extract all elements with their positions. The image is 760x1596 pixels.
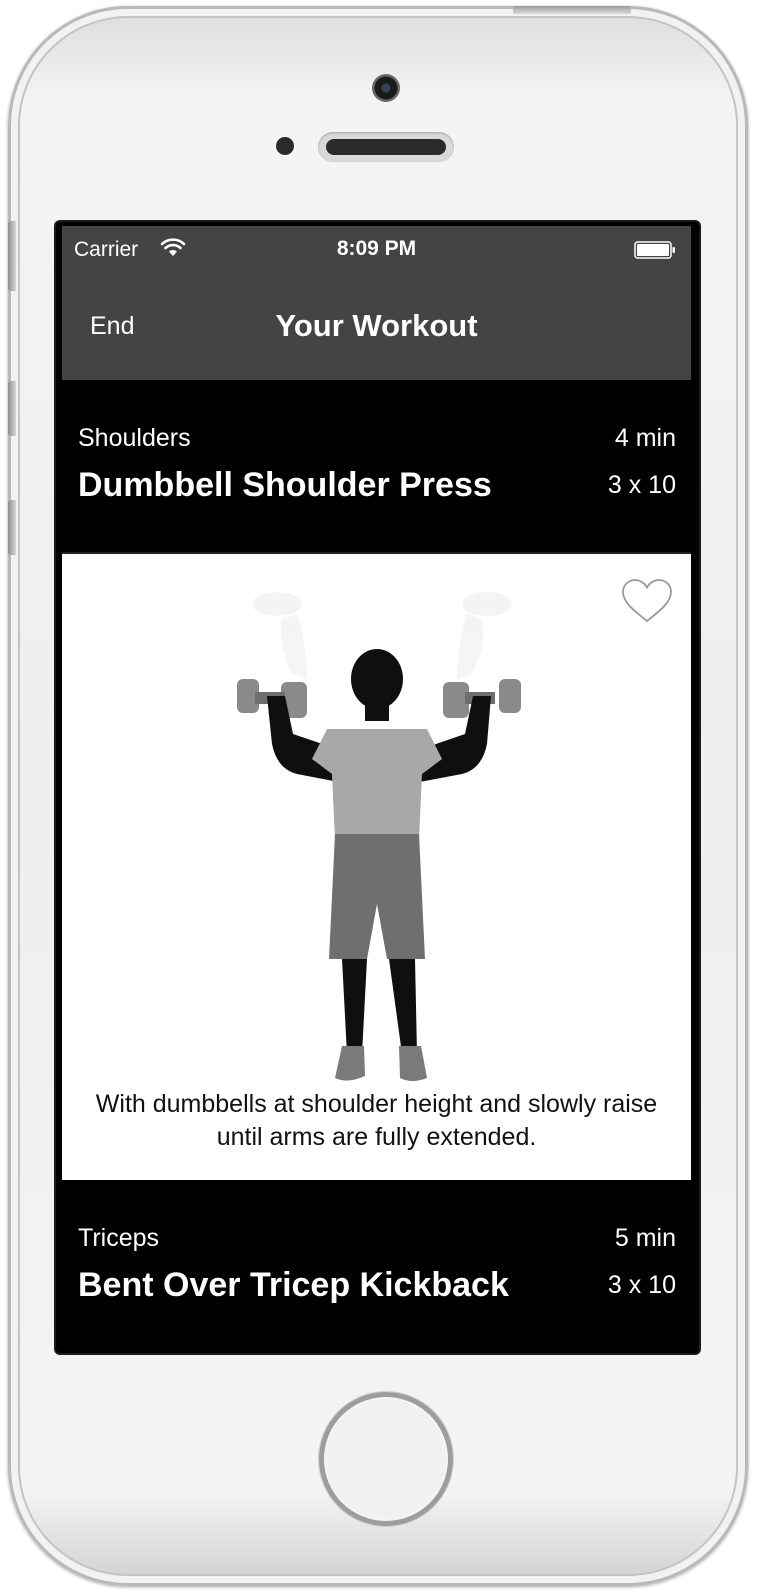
exercise-duration: 4 min <box>614 424 676 452</box>
exercise-name: Dumbbell Shoulder Press <box>78 466 492 504</box>
exercise-detail-panel: With dumbbells at shoulder height and sl… <box>62 552 691 1182</box>
exercise-name: Bent Over Tricep Kickback <box>78 1266 509 1304</box>
volume-up-button <box>8 381 16 436</box>
heart-outline-icon[interactable] <box>620 578 674 624</box>
exercise-category: Triceps <box>78 1224 160 1252</box>
exercise-sets: 3 x 10 <box>607 1271 676 1299</box>
power-button <box>513 6 631 14</box>
proximity-sensor <box>276 137 294 155</box>
exercise-duration: 5 min <box>614 1224 676 1252</box>
exercise-cell-shoulders[interactable]: Shoulders Dumbbell Shoulder Press 4 min … <box>62 380 691 550</box>
page-title: Your Workout <box>275 308 478 343</box>
battery-icon <box>634 241 675 259</box>
navigation-bar: End Your Workout <box>62 276 691 380</box>
status-time: 8:09 PM <box>336 237 417 260</box>
exercise-sets: 3 x 10 <box>607 471 676 499</box>
home-button[interactable] <box>319 1392 453 1526</box>
volume-down-button <box>8 500 16 555</box>
status-bar: Carrier 8:09 PM <box>62 226 691 276</box>
mute-switch <box>8 221 16 291</box>
exercise-category: Shoulders <box>78 424 191 452</box>
earpiece-speaker <box>318 132 454 162</box>
screen: Carrier 8:09 PM End Your Workout Shoulde… <box>56 222 699 1353</box>
camera-icon <box>372 74 400 102</box>
exercise-illustration <box>237 592 521 1081</box>
exercise-cell-triceps[interactable]: Triceps Bent Over Tricep Kickback 5 min … <box>62 1180 691 1346</box>
exercise-description: With dumbbells at shoulder height and sl… <box>95 1090 658 1151</box>
app-display: Carrier 8:09 PM End Your Workout Shoulde… <box>62 226 691 1346</box>
